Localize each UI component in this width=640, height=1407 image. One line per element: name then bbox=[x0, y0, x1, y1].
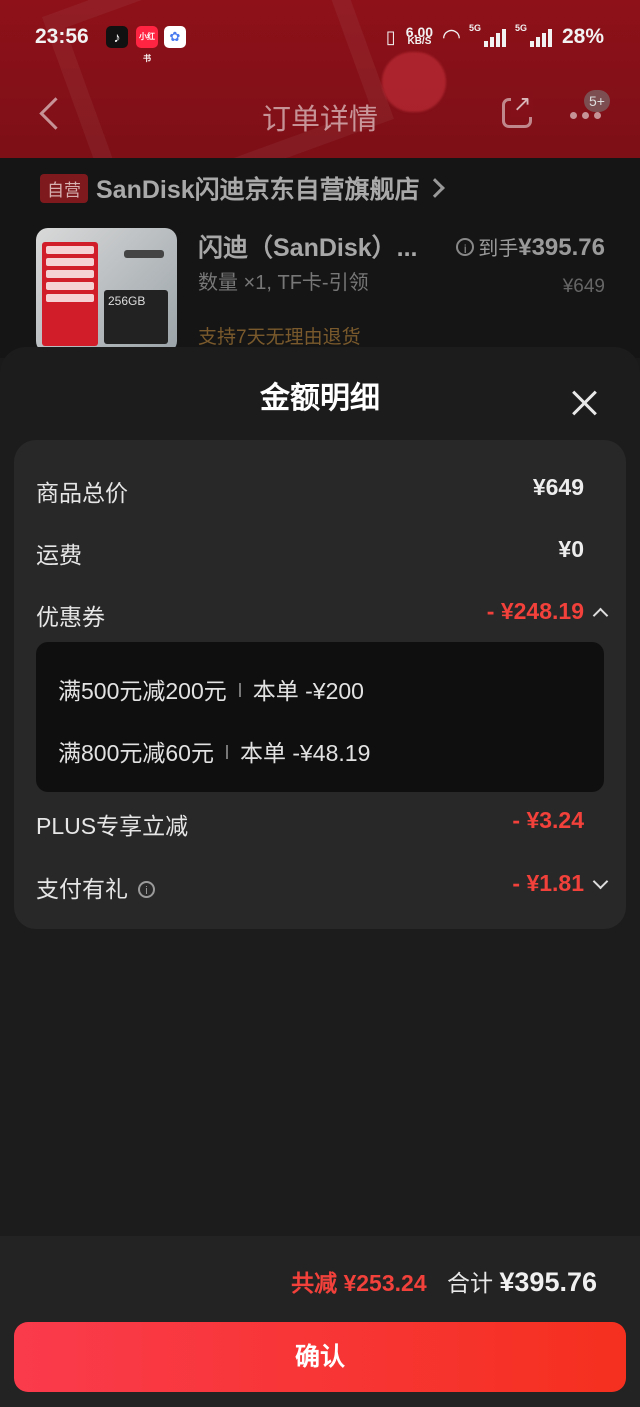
status-bar: 23:56 ♪ 小红书 ✿ ▯ 6.00 KB/S ◠ 5G 5G 28% bbox=[0, 20, 640, 63]
final-price[interactable]: i 到手¥395.76 bbox=[456, 232, 605, 262]
status-right: ▯ 6.00 KB/S ◠ 5G 5G 28% bbox=[385, 23, 604, 50]
product-name[interactable]: 闪迪（SanDisk）... bbox=[198, 228, 418, 264]
goods-total-label: 商品总价 bbox=[36, 480, 128, 506]
memory-card-image: 256GB bbox=[104, 290, 168, 344]
plus-discount-value: - ¥3.24 bbox=[512, 807, 584, 833]
self-operated-tag: 自营 bbox=[40, 173, 88, 203]
order-summary: 自营 SanDisk闪迪京东自营旗舰店 256GB 闪迪（SanDisk）...… bbox=[0, 158, 640, 358]
coupon-item: 满800元减60元 本单 -¥48.19 bbox=[58, 740, 371, 766]
signal-icon-2: 5G bbox=[515, 23, 552, 47]
product-package bbox=[42, 242, 98, 346]
tiktok-icon: ♪ bbox=[106, 26, 128, 48]
shipping-row: 运费 ¥0 bbox=[36, 536, 584, 576]
battery-percent: 28% bbox=[561, 25, 604, 48]
share-button[interactable] bbox=[502, 91, 534, 128]
shipping-label: 运费 bbox=[36, 542, 82, 568]
chevron-up-icon[interactable] bbox=[592, 607, 609, 624]
plus-discount-row: PLUS专享立减 - ¥3.24 bbox=[36, 807, 584, 847]
goods-total-row: 商品总价 ¥649 bbox=[36, 474, 584, 514]
drone-image bbox=[124, 250, 164, 258]
footer: 共减 ¥253.24 合计 ¥395.76 确认 bbox=[0, 1236, 640, 1407]
totals: 共减 ¥253.24 合计 ¥395.76 bbox=[291, 1264, 597, 1298]
signal-icon: 5G bbox=[469, 23, 506, 47]
info-icon: i bbox=[456, 238, 475, 256]
original-price: ¥649 bbox=[562, 276, 605, 297]
status-time: 23:56 bbox=[35, 25, 89, 48]
product-spec: 数量 ×1, TF卡-引领 bbox=[198, 272, 369, 294]
pay-gift-label: 支付有礼 i bbox=[36, 870, 155, 904]
plus-discount-label: PLUS专享立减 bbox=[36, 813, 189, 839]
pay-gift-value: - ¥1.81 bbox=[512, 870, 584, 896]
shop-row[interactable]: 自营 SanDisk闪迪京东自营旗舰店 bbox=[40, 170, 445, 206]
coupon-row[interactable]: 优惠券 - ¥248.19 bbox=[36, 598, 609, 638]
confirm-button[interactable]: 确认 bbox=[14, 1322, 626, 1392]
navbar: 订单详情 bbox=[0, 88, 640, 144]
sheet-title: 金额明细 bbox=[260, 382, 380, 415]
more-badge: 5+ bbox=[584, 90, 610, 112]
page-title: 订单详情 bbox=[261, 104, 378, 136]
pay-gift-row[interactable]: 支付有礼 i - ¥1.81 bbox=[36, 870, 609, 910]
close-button[interactable] bbox=[568, 387, 600, 419]
chevron-down-icon[interactable] bbox=[592, 873, 609, 890]
shop-name: SanDisk闪迪京东自营旗舰店 bbox=[96, 176, 420, 204]
wifi-icon: ◠ bbox=[443, 24, 460, 49]
header: 23:56 ♪ 小红书 ✿ ▯ 6.00 KB/S ◠ 5G 5G 28% 订单… bbox=[0, 0, 640, 158]
goods-total-value: ¥649 bbox=[532, 474, 584, 500]
multi-app-icon: ✿ bbox=[164, 26, 186, 48]
total-label: 合计 bbox=[447, 1270, 493, 1296]
vibrate-icon: ▯ bbox=[385, 26, 396, 47]
chevron-right-icon bbox=[424, 178, 445, 198]
shipping-value: ¥0 bbox=[558, 536, 584, 562]
product-thumbnail[interactable]: 256GB bbox=[36, 228, 177, 353]
total-saved: 共减 ¥253.24 bbox=[291, 1270, 427, 1296]
network-speed: 6.00 KB/S bbox=[405, 24, 434, 47]
total-value: ¥395.76 bbox=[499, 1267, 597, 1297]
xiaohongshu-icon: 小红书 bbox=[136, 26, 158, 63]
info-icon[interactable]: i bbox=[138, 881, 155, 898]
coupon-value: - ¥248.19 bbox=[486, 598, 584, 624]
return-policy: 支持7天无理由退货 bbox=[198, 327, 361, 348]
coupon-label: 优惠券 bbox=[36, 604, 105, 630]
coupon-item: 满500元减200元 本单 -¥200 bbox=[58, 678, 364, 704]
amount-card: 商品总价 ¥649 运费 ¥0 优惠券 - ¥248.19 满500元减200元… bbox=[14, 440, 626, 929]
coupon-details: 满500元减200元 本单 -¥200 满800元减60元 本单 -¥48.19 bbox=[36, 642, 604, 792]
